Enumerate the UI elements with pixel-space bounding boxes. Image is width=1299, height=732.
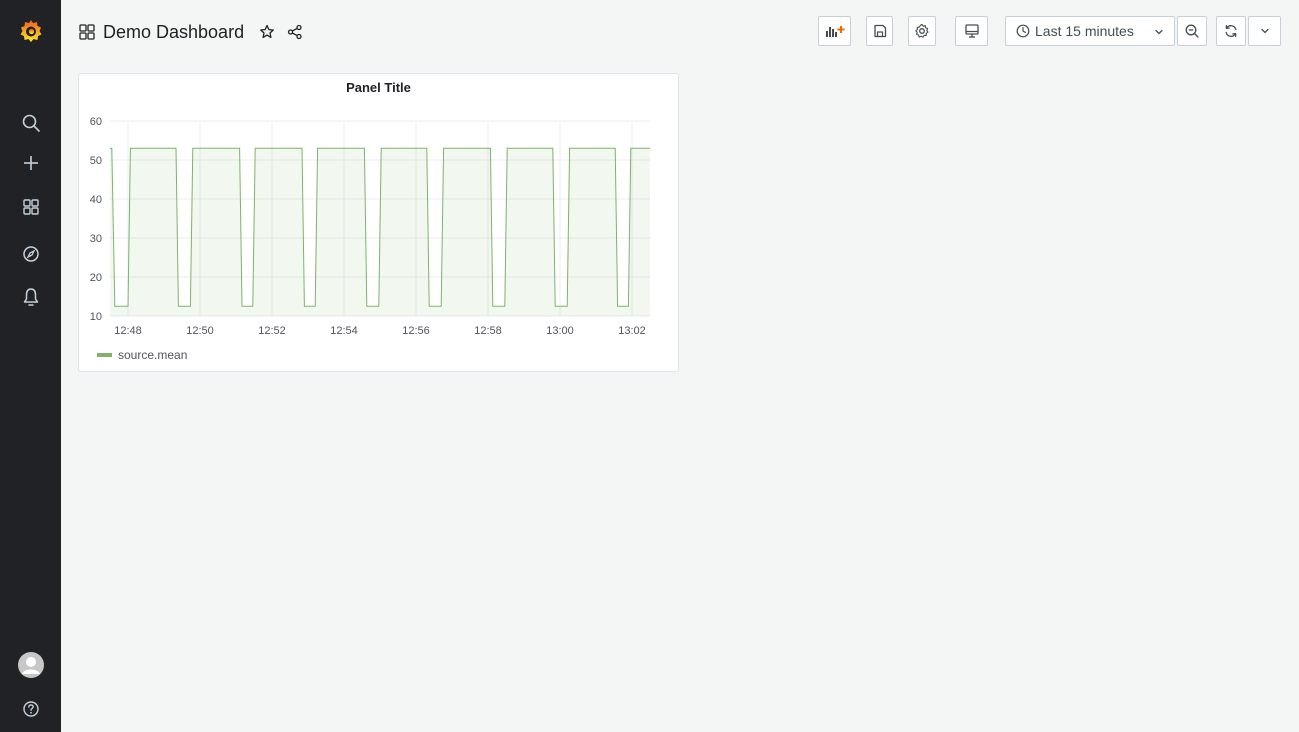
x-tick-label: 12:54 — [330, 325, 358, 337]
settings-gear-icon — [915, 23, 929, 38]
star-icon[interactable] — [259, 24, 275, 40]
zoom-out-button[interactable] — [1177, 16, 1207, 46]
refresh-icon — [1225, 24, 1237, 38]
dashboards-icon — [79, 24, 95, 40]
x-tick-label: 13:02 — [618, 325, 646, 337]
chevron-down-icon — [1155, 29, 1163, 35]
save-icon — [873, 24, 886, 38]
tv-mode-button[interactable] — [955, 16, 988, 46]
x-tick-label: 12:48 — [114, 325, 142, 337]
y-tick-label: 20 — [90, 272, 102, 284]
legend-label: source.mean — [118, 348, 188, 362]
zoom-out-icon — [1185, 24, 1199, 38]
x-tick-label: 12:50 — [186, 325, 214, 337]
tv-mode-icon — [964, 24, 979, 38]
dashboard-title[interactable]: Demo Dashboard — [103, 22, 244, 43]
x-tick-label: 13:00 — [546, 325, 574, 337]
dashboard-navbar: Demo Dashboard Last 15 minutes — [61, 0, 1299, 64]
x-axis: 12:48 12:50 12:52 12:54 12:56 12:58 13:00 13:02 — [114, 325, 646, 337]
sidebar — [0, 0, 61, 732]
explore-compass-icon[interactable] — [0, 235, 61, 273]
dashboards-icon[interactable] — [0, 188, 61, 226]
save-dashboard-button[interactable] — [866, 16, 893, 46]
chevron-down-icon — [1260, 28, 1269, 34]
dashboard-title-area: Demo Dashboard — [79, 19, 303, 45]
y-axis: 10 20 30 40 50 60 — [90, 116, 102, 323]
dashboard-settings-button[interactable] — [908, 16, 936, 46]
y-tick-label: 10 — [90, 311, 102, 323]
refresh-interval-dropdown[interactable] — [1248, 16, 1281, 46]
graph-panel: Panel Title 10 20 30 40 50 60 12:48 12:50 12:52… — [78, 73, 679, 372]
time-range-label: Last 15 minutes — [1035, 23, 1134, 39]
x-tick-label: 12:56 — [402, 325, 430, 337]
time-range-picker[interactable]: Last 15 minutes — [1005, 16, 1175, 46]
clock-icon — [1016, 24, 1030, 38]
plus-icon[interactable] — [0, 144, 61, 182]
add-panel-icon — [825, 26, 844, 37]
y-tick-label: 30 — [90, 233, 102, 245]
y-tick-label: 50 — [90, 155, 102, 167]
x-tick-label: 12:58 — [474, 325, 502, 337]
user-avatar-icon[interactable] — [0, 646, 61, 684]
y-tick-label: 40 — [90, 194, 102, 206]
share-icon[interactable] — [287, 24, 303, 40]
add-panel-button[interactable] — [818, 16, 851, 46]
x-tick-label: 12:52 — [258, 325, 286, 337]
alerting-bell-icon[interactable] — [0, 278, 61, 316]
grafana-logo-icon[interactable] — [0, 12, 61, 50]
refresh-button[interactable] — [1216, 16, 1246, 46]
legend-item[interactable]: source.mean — [97, 348, 187, 362]
graph-chart[interactable]: 102030405060 12:48 12:50 12:52 12:54 12:56 12… — [79, 74, 678, 371]
y-tick-label: 60 — [90, 116, 102, 128]
chart-series — [110, 147, 650, 316]
help-icon[interactable] — [0, 690, 61, 728]
legend-swatch — [97, 353, 112, 357]
search-icon[interactable] — [0, 104, 61, 142]
